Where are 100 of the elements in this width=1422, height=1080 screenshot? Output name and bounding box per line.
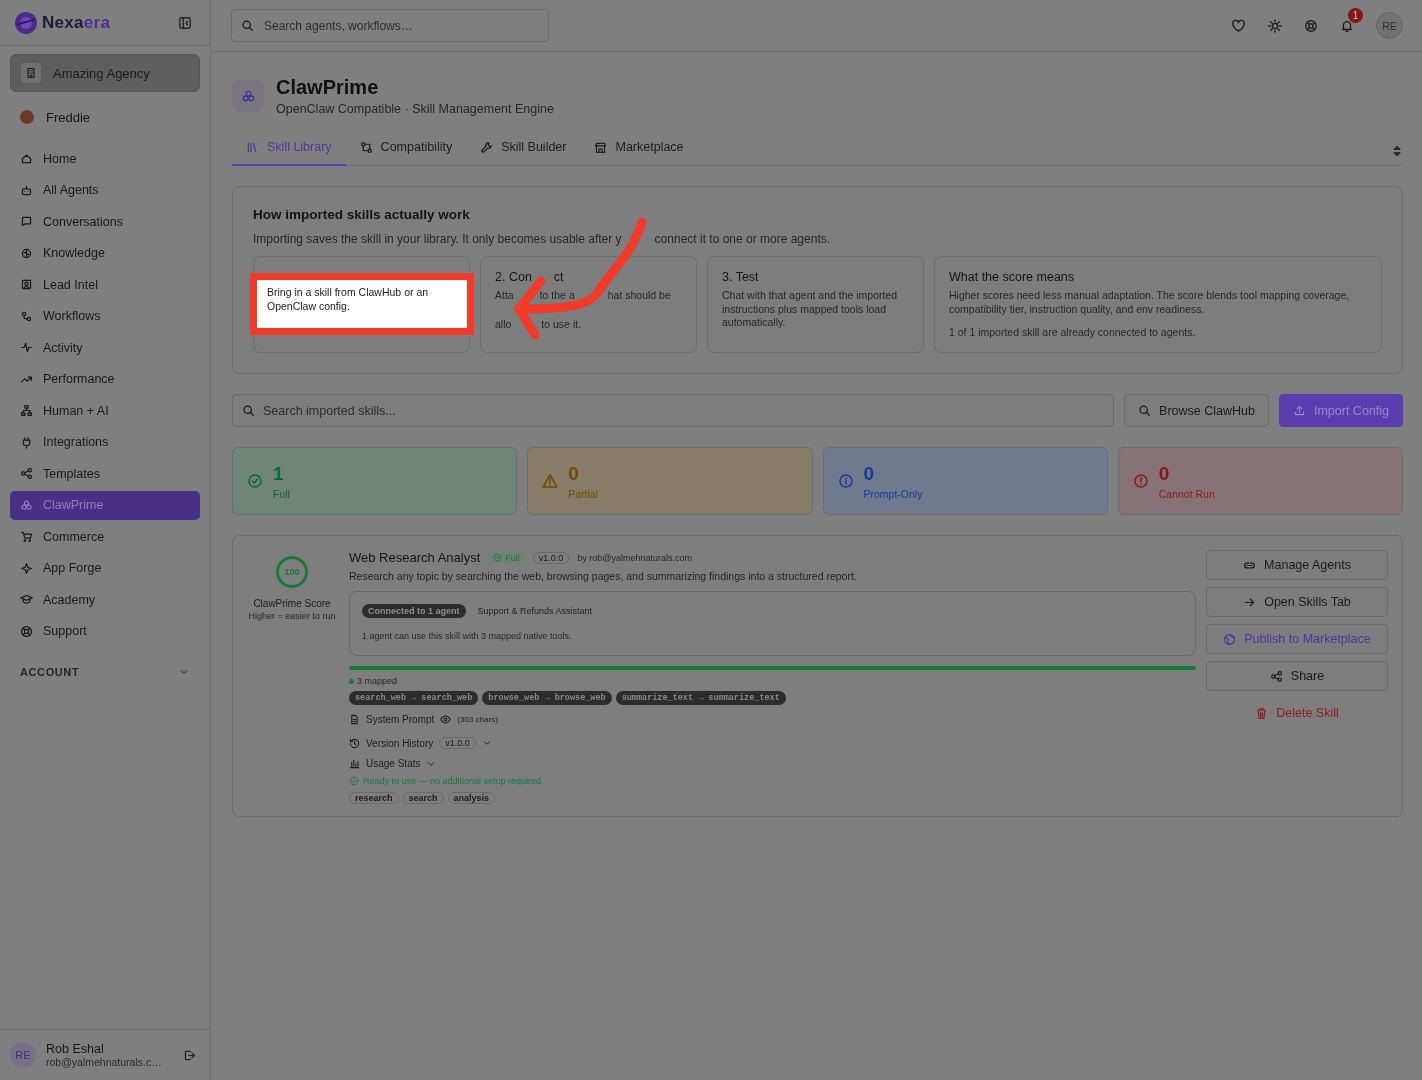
sidebar-item[interactable]: Workflows <box>10 301 200 331</box>
info-note: 1 of 1 imported skill are already connected to agents. <box>949 326 1197 340</box>
connected-badge: Connected to 1 agent <box>362 604 466 618</box>
robot-icon <box>20 183 33 197</box>
sidebar-item[interactable]: Human + AI <box>10 396 200 426</box>
search-field[interactable]: Search agents, workflows… <box>231 9 549 42</box>
prompt-length: (303 chars) <box>457 715 498 724</box>
status-dot <box>349 678 354 684</box>
lifebuoy-icon <box>20 624 33 638</box>
score-hint: Higher = easier to run <box>248 611 336 621</box>
search-field[interactable]: Search imported skills... <box>232 394 1115 427</box>
sidebar-item[interactable]: ClawPrime <box>10 490 200 520</box>
stat-label: Full <box>273 487 290 500</box>
search-icon <box>1138 404 1152 417</box>
view-prompt-button[interactable] <box>440 714 452 725</box>
plug-icon <box>20 435 33 449</box>
sidebar-item[interactable]: Performance <box>10 364 200 394</box>
account-avatar: RE <box>10 1042 36 1068</box>
sidebar-item[interactable]: Templates <box>10 459 200 489</box>
upload-icon <box>1292 404 1306 417</box>
prompt-label: System Prompt <box>366 714 435 725</box>
sidebar-item[interactable]: Support <box>10 616 200 646</box>
search-icon <box>242 404 255 417</box>
action-button[interactable]: Publish to Marketplace <box>1206 624 1388 654</box>
sidebar-item[interactable]: Academy <box>10 585 200 615</box>
chat-bubble-icon <box>20 215 33 229</box>
workspace-switcher[interactable]: Amazing Agency <box>10 54 200 92</box>
circles-icon <box>240 88 256 104</box>
bar-chart-icon <box>349 758 360 769</box>
collapse-sidebar-button[interactable] <box>178 15 192 30</box>
share-nodes-icon <box>1269 669 1283 683</box>
brand-name: Nexaera <box>42 12 111 33</box>
support-button[interactable] <box>1304 18 1318 33</box>
chevron-down-icon <box>481 738 492 748</box>
logout-button[interactable] <box>183 1048 196 1062</box>
guide-text: connect it to one or more agents. <box>654 232 831 246</box>
step-text: Atta <box>495 289 514 301</box>
usage-stats-toggle[interactable]: Usage Stats <box>366 758 421 769</box>
author-text: by rob@yalmehnaturals.com <box>577 552 692 563</box>
score-ring: 100 <box>276 556 308 588</box>
search-icon <box>241 19 254 32</box>
user-avatar[interactable]: RE <box>1376 12 1403 39</box>
sidebar-item[interactable]: Integrations <box>10 427 200 457</box>
action-button[interactable]: Manage Agents <box>1206 550 1388 580</box>
step-text: allo <box>495 317 512 330</box>
trash-icon <box>1255 706 1269 720</box>
step-title: ct <box>553 270 564 284</box>
sidebar-item[interactable]: Conversations <box>10 207 200 237</box>
skill-name: Web Research Analyst <box>349 550 481 565</box>
step-text: Chat with that agent and the imported instructions plus mapped tools load automatically. <box>722 289 899 330</box>
building-icon <box>25 67 37 79</box>
info-icon <box>837 473 854 489</box>
check-circle-icon <box>493 553 503 562</box>
stat-value: 1 <box>273 462 285 485</box>
sidebar-item[interactable]: Home <box>10 144 200 174</box>
ready-status: Ready to use — no additional setup required <box>363 776 542 786</box>
user-name: Freddie <box>46 109 91 125</box>
sidebar-item[interactable]: Knowledge <box>10 238 200 268</box>
notifications-button[interactable] <box>1340 18 1354 33</box>
alert-circle-icon <box>1132 473 1149 489</box>
bell-icon <box>1340 18 1354 33</box>
lifebuoy-icon <box>1304 18 1318 33</box>
page-subtitle: OpenClaw Compatible · Skill Management Engine <box>276 102 554 116</box>
sidebar-item[interactable]: Commerce <box>10 522 200 552</box>
browse-button[interactable]: Browse ClawHub <box>1124 394 1269 427</box>
stat-label: Cannot Run <box>1158 487 1215 500</box>
version-history-toggle[interactable]: Version History <box>366 737 434 749</box>
tool-mapping-tag: browse_web → browse_web <box>482 691 612 705</box>
logo-icon <box>14 10 38 35</box>
workflow-icon <box>20 309 33 323</box>
sidebar-item[interactable]: Lead Intel <box>10 270 200 300</box>
circles-icon <box>20 498 33 512</box>
home-icon <box>20 152 33 166</box>
tab[interactable]: Skill Builder <box>466 140 581 166</box>
stat-value: 0 <box>568 462 580 485</box>
stat-label: Partial <box>568 487 598 500</box>
sidebar-item[interactable]: Activity <box>10 333 200 363</box>
history-icon <box>349 737 360 749</box>
hierarchy-icon <box>20 404 33 418</box>
stat-value: 0 <box>1158 462 1171 485</box>
pulse-icon <box>20 341 33 355</box>
sidebar-item[interactable]: All Agents <box>10 175 200 205</box>
action-button[interactable]: Open Skills Tab <box>1206 587 1388 617</box>
tab[interactable]: Marketplace <box>580 140 698 166</box>
import-button[interactable]: Import Config <box>1278 394 1403 427</box>
heart-icon <box>1231 18 1246 33</box>
step-text: to the a <box>539 289 575 301</box>
scroll-arrows-icon <box>1391 145 1403 157</box>
action-button[interactable]: Share <box>1206 661 1388 691</box>
graduation-cap-icon <box>20 593 33 607</box>
sidebar-item[interactable]: App Forge <box>10 553 200 583</box>
eye-icon <box>440 714 452 725</box>
action-button[interactable]: Delete Skill <box>1206 698 1388 728</box>
globe-icon <box>1223 632 1237 646</box>
favorites-button[interactable] <box>1231 18 1246 33</box>
tab[interactable]: Skill Library <box>232 140 346 166</box>
theme-button[interactable] <box>1268 18 1282 33</box>
warning-icon <box>542 473 559 489</box>
tab[interactable]: Compatibility <box>345 140 467 166</box>
stat-value: 0 <box>863 462 876 485</box>
